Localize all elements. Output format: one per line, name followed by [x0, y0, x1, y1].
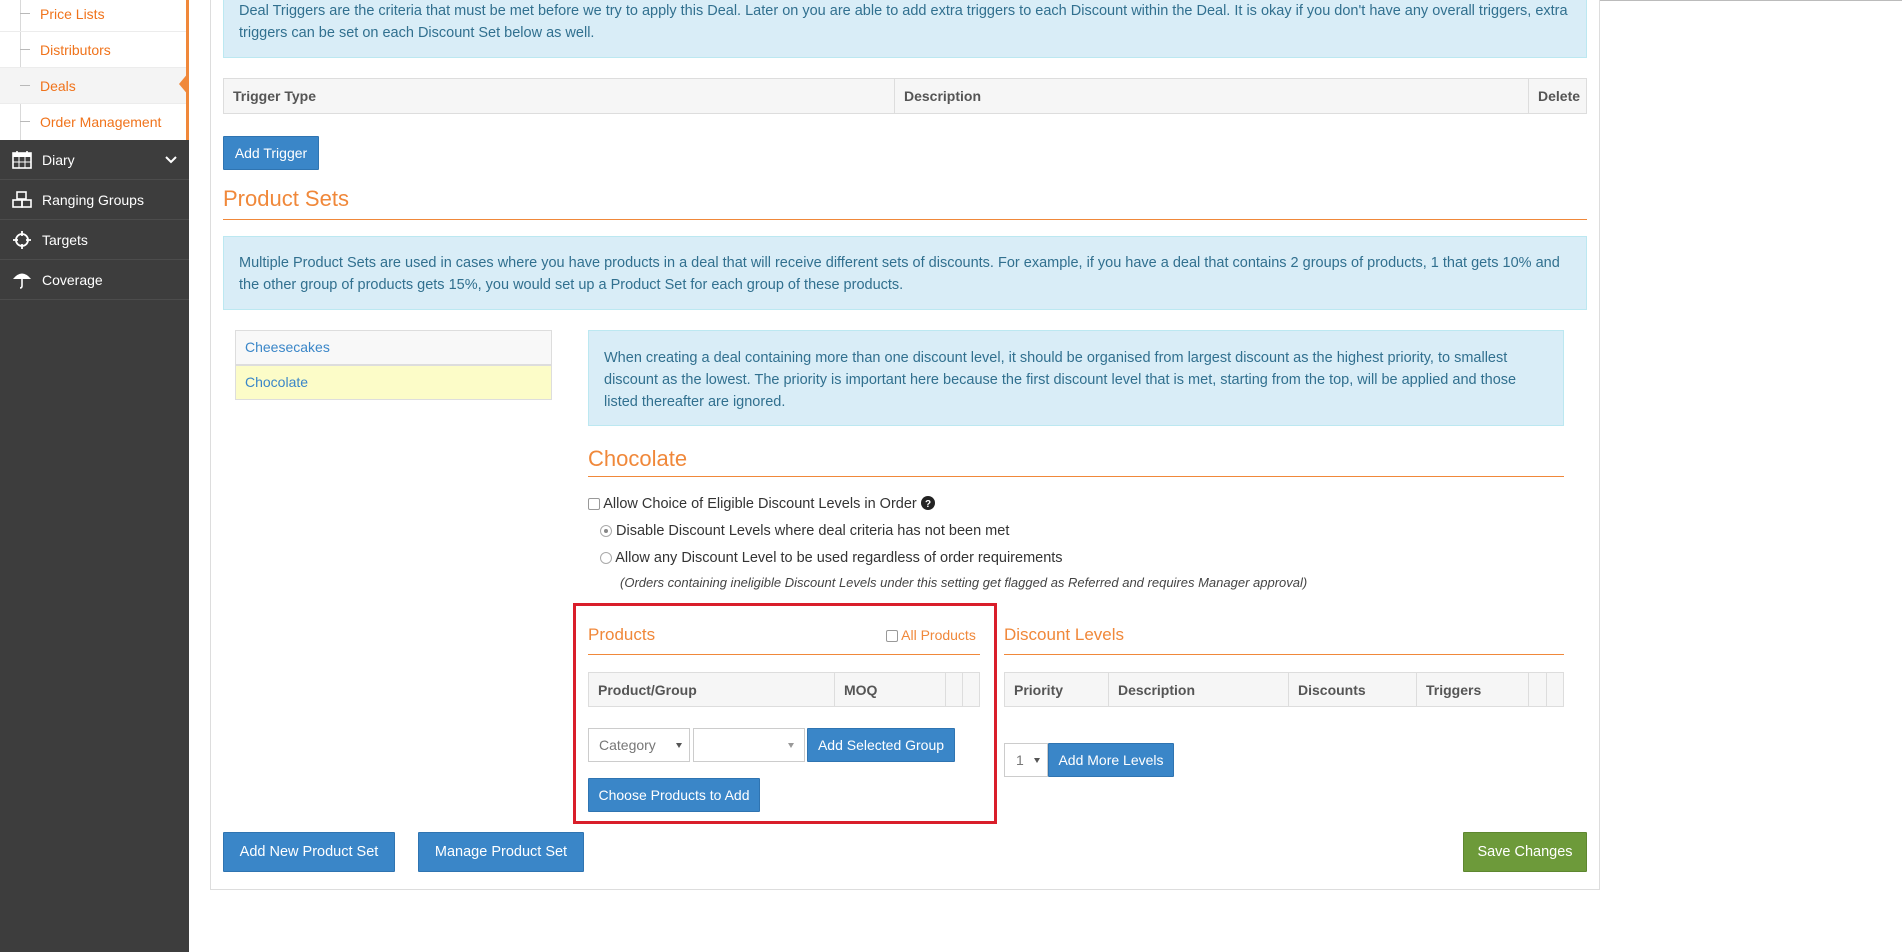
- option-allow-label: Allow any Discount Level to be used rega…: [615, 550, 1063, 566]
- allow-choice-checkbox[interactable]: [588, 498, 600, 511]
- sidebar-item-label: Targets: [42, 232, 88, 248]
- sidebar-item-ranging-groups[interactable]: Ranging Groups: [0, 180, 189, 220]
- discount-levels-table-header: Priority Description Discounts Triggers: [1004, 672, 1564, 707]
- col-action-1: [1529, 673, 1547, 706]
- discount-priority-info-alert: When creating a deal containing more tha…: [588, 330, 1564, 426]
- sidebar-item-order-management[interactable]: Order Management: [0, 104, 186, 140]
- highlight-box: [573, 603, 997, 824]
- option-allow-row: Allow any Discount Level to be used rega…: [600, 550, 1063, 566]
- sidebar-item-price-lists[interactable]: Price Lists: [0, 0, 186, 32]
- option-disable-label: Disable Discount Levels where deal crite…: [616, 523, 1010, 539]
- product-sets-info-text: Multiple Product Sets are used in cases …: [239, 255, 1560, 293]
- add-more-levels-button[interactable]: Add More Levels: [1048, 743, 1174, 777]
- sidebar-item-label: Order Management: [40, 114, 162, 130]
- triggers-info-text: Deal Triggers are the criteria that must…: [239, 3, 1568, 41]
- product-sets-info-alert: Multiple Product Sets are used in cases …: [223, 236, 1587, 310]
- active-item-caret: [179, 72, 189, 96]
- col-priority: Priority: [1005, 673, 1109, 706]
- sidebar-item-label: Ranging Groups: [42, 192, 144, 208]
- col-discounts: Discounts: [1289, 673, 1417, 706]
- sidebar-item-deals[interactable]: Deals: [0, 68, 186, 104]
- referred-note: (Orders containing ineligible Discount L…: [620, 575, 1308, 590]
- help-icon[interactable]: ?: [920, 496, 935, 510]
- allow-choice-label: Allow Choice of Eligible Discount Levels…: [603, 496, 917, 512]
- svg-text:?: ?: [925, 499, 931, 510]
- col-triggers: Triggers: [1417, 673, 1529, 706]
- crosshair-icon: [13, 231, 31, 249]
- levels-count-value: 1: [1016, 752, 1024, 768]
- product-set-item-cheesecakes[interactable]: Cheesecakes: [235, 330, 552, 365]
- product-set-item-chocolate[interactable]: Chocolate: [235, 365, 552, 400]
- sidebar: Price Lists Distributors Deals Order Man…: [0, 0, 189, 952]
- triggers-info-alert: Deal Triggers are the criteria that must…: [223, 0, 1587, 58]
- product-set-detail-title: Chocolate: [588, 446, 1564, 477]
- product-set-label: Chocolate: [245, 374, 309, 390]
- col-description: Description: [1109, 673, 1289, 706]
- col-action-2: [1547, 673, 1563, 706]
- add-new-product-set-button[interactable]: Add New Product Set: [223, 832, 395, 872]
- discount-priority-info-text: When creating a deal containing more tha…: [604, 350, 1517, 410]
- caret-down-icon: [1034, 758, 1040, 763]
- levels-count-select[interactable]: 1: [1004, 743, 1048, 777]
- calendar-icon: [12, 151, 32, 169]
- sidebar-submenu: Price Lists Distributors Deals Order Man…: [0, 0, 189, 140]
- add-trigger-button[interactable]: Add Trigger: [223, 136, 319, 170]
- option-disable-row: Disable Discount Levels where deal crite…: [600, 523, 1009, 539]
- sidebar-item-label: Distributors: [40, 42, 111, 58]
- option-allow-radio[interactable]: [600, 552, 612, 565]
- sidebar-item-distributors[interactable]: Distributors: [0, 32, 186, 68]
- sidebar-item-targets[interactable]: Targets: [0, 220, 189, 260]
- triggers-table-header: Trigger Type Description Delete: [223, 78, 1587, 114]
- allow-choice-row: Allow Choice of Eligible Discount Levels…: [588, 496, 935, 512]
- col-description: Description: [895, 79, 1529, 113]
- sidebar-item-label: Deals: [40, 78, 76, 94]
- sidebar-item-label: Diary: [42, 152, 75, 168]
- top-divider: [1600, 0, 1902, 1]
- discount-levels-title: Discount Levels: [1004, 625, 1564, 655]
- option-disable-radio[interactable]: [600, 525, 612, 538]
- col-trigger-type: Trigger Type: [224, 79, 895, 113]
- chevron-down-icon: [165, 156, 177, 164]
- sidebar-item-label: Coverage: [42, 272, 103, 288]
- cubes-icon: [12, 191, 32, 208]
- sidebar-item-diary[interactable]: Diary: [0, 140, 189, 180]
- col-delete: Delete: [1538, 88, 1581, 104]
- sidebar-item-coverage[interactable]: Coverage: [0, 260, 189, 300]
- manage-product-set-button[interactable]: Manage Product Set: [418, 832, 584, 872]
- sidebar-item-label: Price Lists: [40, 6, 105, 22]
- umbrella-icon: [13, 273, 31, 289]
- product-set-label: Cheesecakes: [245, 339, 330, 355]
- save-changes-button[interactable]: Save Changes: [1463, 832, 1587, 872]
- product-sets-title: Product Sets: [223, 186, 1587, 220]
